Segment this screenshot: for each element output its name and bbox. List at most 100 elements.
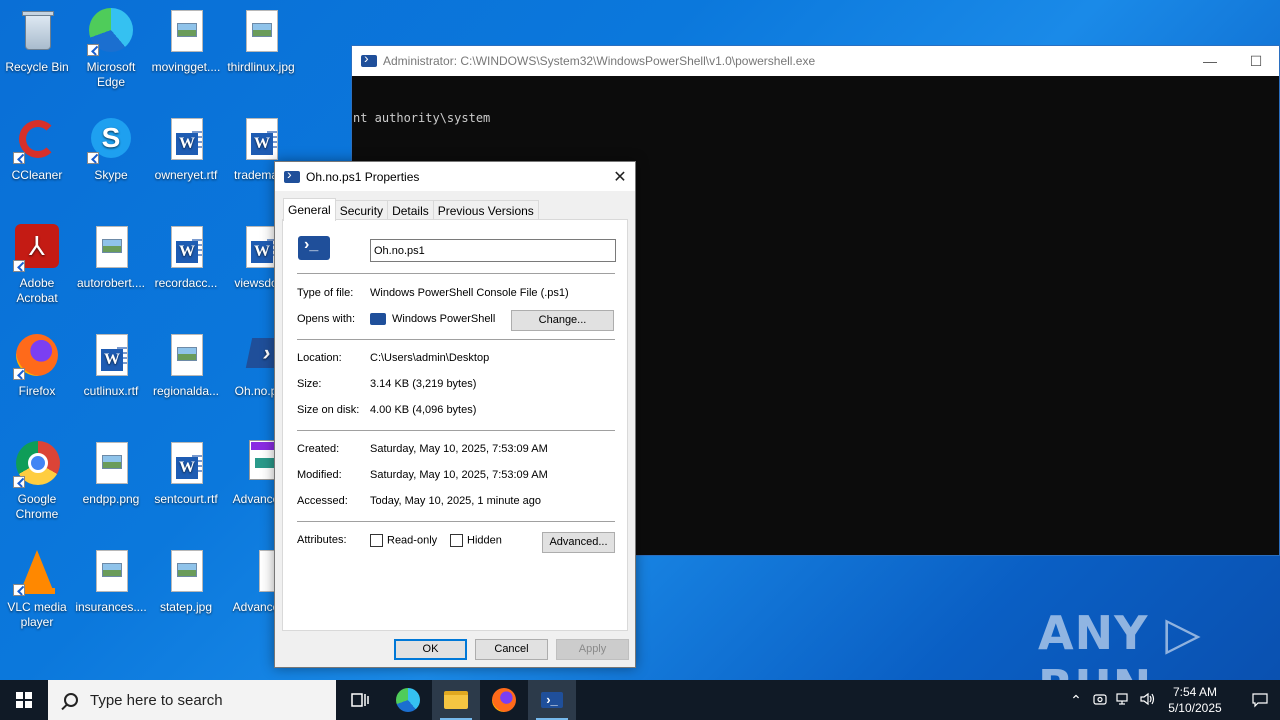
desktop-icon-vlc[interactable]: VLC media player bbox=[0, 548, 74, 630]
meet-now-icon[interactable] bbox=[1088, 692, 1112, 709]
image-file-icon bbox=[87, 548, 135, 596]
created-value: Saturday, May 10, 2025, 7:53:09 AM bbox=[370, 443, 548, 455]
tab-general[interactable]: General bbox=[283, 198, 336, 221]
task-view-icon bbox=[351, 693, 369, 707]
image-file-icon bbox=[87, 224, 135, 272]
taskbar-firefox[interactable] bbox=[480, 680, 528, 720]
change-button[interactable]: Change... bbox=[511, 310, 614, 331]
desktop-icon-recordacc[interactable]: W recordacc... bbox=[149, 224, 223, 291]
chevron-up-icon[interactable]: ⌃ bbox=[1064, 692, 1088, 709]
desktop-icon-sentcourt[interactable]: W sentcourt.rtf bbox=[149, 440, 223, 507]
readonly-label: Read-only bbox=[387, 534, 438, 547]
size-label: Size: bbox=[297, 378, 322, 390]
properties-title: Oh.no.ps1 Properties bbox=[306, 169, 420, 184]
hidden-checkbox-row[interactable]: Hidden bbox=[450, 534, 502, 547]
edge-icon bbox=[87, 8, 135, 56]
separator bbox=[297, 430, 615, 431]
opens-with-label: Opens with: bbox=[297, 313, 356, 325]
accessed-value: Today, May 10, 2025, 1 minute ago bbox=[370, 495, 542, 507]
size-on-disk-label: Size on disk: bbox=[297, 404, 360, 416]
ok-button[interactable]: OK bbox=[394, 639, 467, 660]
properties-dialog[interactable]: Oh.no.ps1 Properties ✕ General Security … bbox=[274, 161, 636, 668]
console-line: nt authority\system bbox=[353, 111, 491, 125]
folder-icon bbox=[444, 691, 468, 709]
hidden-checkbox[interactable] bbox=[450, 534, 463, 547]
minimize-button[interactable]: — bbox=[1187, 46, 1233, 76]
modified-label: Modified: bbox=[297, 469, 342, 481]
apply-button[interactable]: Apply bbox=[556, 639, 629, 660]
size-value: 3.14 KB (3,219 bytes) bbox=[370, 378, 477, 390]
desktop-icon-endpp[interactable]: endpp.png bbox=[74, 440, 148, 507]
desktop-icon-thirdlinux[interactable]: thirdlinux.jpg bbox=[224, 8, 298, 75]
image-file-icon bbox=[162, 548, 210, 596]
desktop-icon-skype[interactable]: S Skype bbox=[74, 116, 148, 183]
maximize-button[interactable]: ☐ bbox=[1233, 46, 1279, 76]
volume-icon[interactable] bbox=[1136, 692, 1160, 709]
type-label: Type of file: bbox=[297, 287, 354, 299]
tab-details[interactable]: Details bbox=[387, 200, 434, 220]
powershell-file-icon bbox=[298, 236, 330, 260]
desktop-icon-adobe-acrobat[interactable]: ⅄ Adobe Acrobat bbox=[0, 224, 74, 306]
start-button[interactable] bbox=[0, 680, 48, 720]
task-view-button[interactable] bbox=[336, 680, 384, 720]
size-on-disk-value: 4.00 KB (4,096 bytes) bbox=[370, 404, 477, 416]
powershell-titlebar[interactable]: Administrator: C:\WINDOWS\System32\Windo… bbox=[352, 46, 1279, 76]
separator bbox=[297, 339, 615, 340]
tab-security[interactable]: Security bbox=[334, 200, 389, 220]
filename-input[interactable] bbox=[370, 239, 616, 262]
properties-titlebar[interactable]: Oh.no.ps1 Properties ✕ bbox=[275, 162, 635, 191]
attributes-label: Attributes: bbox=[297, 534, 347, 546]
search-placeholder: Type here to search bbox=[90, 691, 223, 709]
taskbar: Type here to search ›_ ⌃ 7:54 AM 5/10/20… bbox=[0, 680, 1280, 720]
taskbar-edge[interactable] bbox=[384, 680, 432, 720]
hidden-label: Hidden bbox=[467, 534, 502, 547]
readonly-checkbox[interactable] bbox=[370, 534, 383, 547]
type-value: Windows PowerShell Console File (.ps1) bbox=[370, 287, 569, 299]
firefox-icon bbox=[13, 332, 61, 380]
desktop-icon-regionalda[interactable]: regionalda... bbox=[149, 332, 223, 399]
location-label: Location: bbox=[297, 352, 342, 364]
tab-previous-versions[interactable]: Previous Versions bbox=[432, 200, 539, 220]
search-icon bbox=[64, 693, 78, 707]
word-document-icon: W bbox=[162, 224, 210, 272]
cancel-button[interactable]: Cancel bbox=[475, 639, 548, 660]
taskbar-powershell[interactable]: ›_ bbox=[528, 680, 576, 720]
desktop-icon-recycle-bin[interactable]: Recycle Bin bbox=[0, 8, 74, 75]
desktop-icon-movingget[interactable]: movingget.... bbox=[149, 8, 223, 75]
opens-with-value: Windows PowerShell bbox=[370, 313, 495, 326]
network-icon[interactable] bbox=[1112, 692, 1136, 709]
desktop-icon-cutlinux[interactable]: W cutlinux.rtf bbox=[74, 332, 148, 399]
desktop-icon-autorobert[interactable]: autorobert.... bbox=[74, 224, 148, 291]
desktop-icon-microsoft-edge[interactable]: Microsoft Edge bbox=[74, 8, 148, 90]
powershell-icon bbox=[361, 50, 377, 67]
powershell-icon bbox=[370, 313, 386, 326]
image-file-icon bbox=[237, 8, 285, 56]
clock[interactable]: 7:54 AM 5/10/2025 bbox=[1160, 684, 1230, 716]
desktop-icon-insurances[interactable]: insurances.... bbox=[74, 548, 148, 615]
skype-icon: S bbox=[87, 116, 135, 164]
readonly-checkbox-row[interactable]: Read-only bbox=[370, 534, 437, 547]
chrome-icon bbox=[13, 440, 61, 488]
adobe-acrobat-icon: ⅄ bbox=[13, 224, 61, 272]
created-label: Created: bbox=[297, 443, 340, 455]
properties-tabs: General Security Details Previous Versio… bbox=[283, 198, 539, 221]
notifications-icon[interactable] bbox=[1240, 692, 1280, 708]
vlc-icon bbox=[13, 548, 61, 596]
taskbar-file-explorer[interactable] bbox=[432, 680, 480, 720]
desktop-icon-statep[interactable]: statep.jpg bbox=[149, 548, 223, 615]
desktop-icon-ccleaner[interactable]: CCleaner bbox=[0, 116, 74, 183]
desktop-icon-firefox[interactable]: Firefox bbox=[0, 332, 74, 399]
desktop-icon-google-chrome[interactable]: Google Chrome bbox=[0, 440, 74, 522]
close-button[interactable]: ✕ bbox=[605, 162, 635, 191]
powershell-icon: ›_ bbox=[541, 692, 563, 708]
desktop-icon-owneryet[interactable]: W owneryet.rtf bbox=[149, 116, 223, 183]
clock-date: 5/10/2025 bbox=[1168, 701, 1222, 715]
powershell-title: Administrator: C:\WINDOWS\System32\Windo… bbox=[383, 54, 816, 68]
advanced-button[interactable]: Advanced... bbox=[542, 532, 615, 553]
taskbar-search[interactable]: Type here to search bbox=[48, 680, 336, 720]
clock-time: 7:54 AM bbox=[1172, 685, 1218, 699]
separator bbox=[297, 273, 615, 274]
separator bbox=[297, 521, 615, 522]
powershell-icon bbox=[284, 166, 300, 183]
word-document-icon: W bbox=[162, 116, 210, 164]
